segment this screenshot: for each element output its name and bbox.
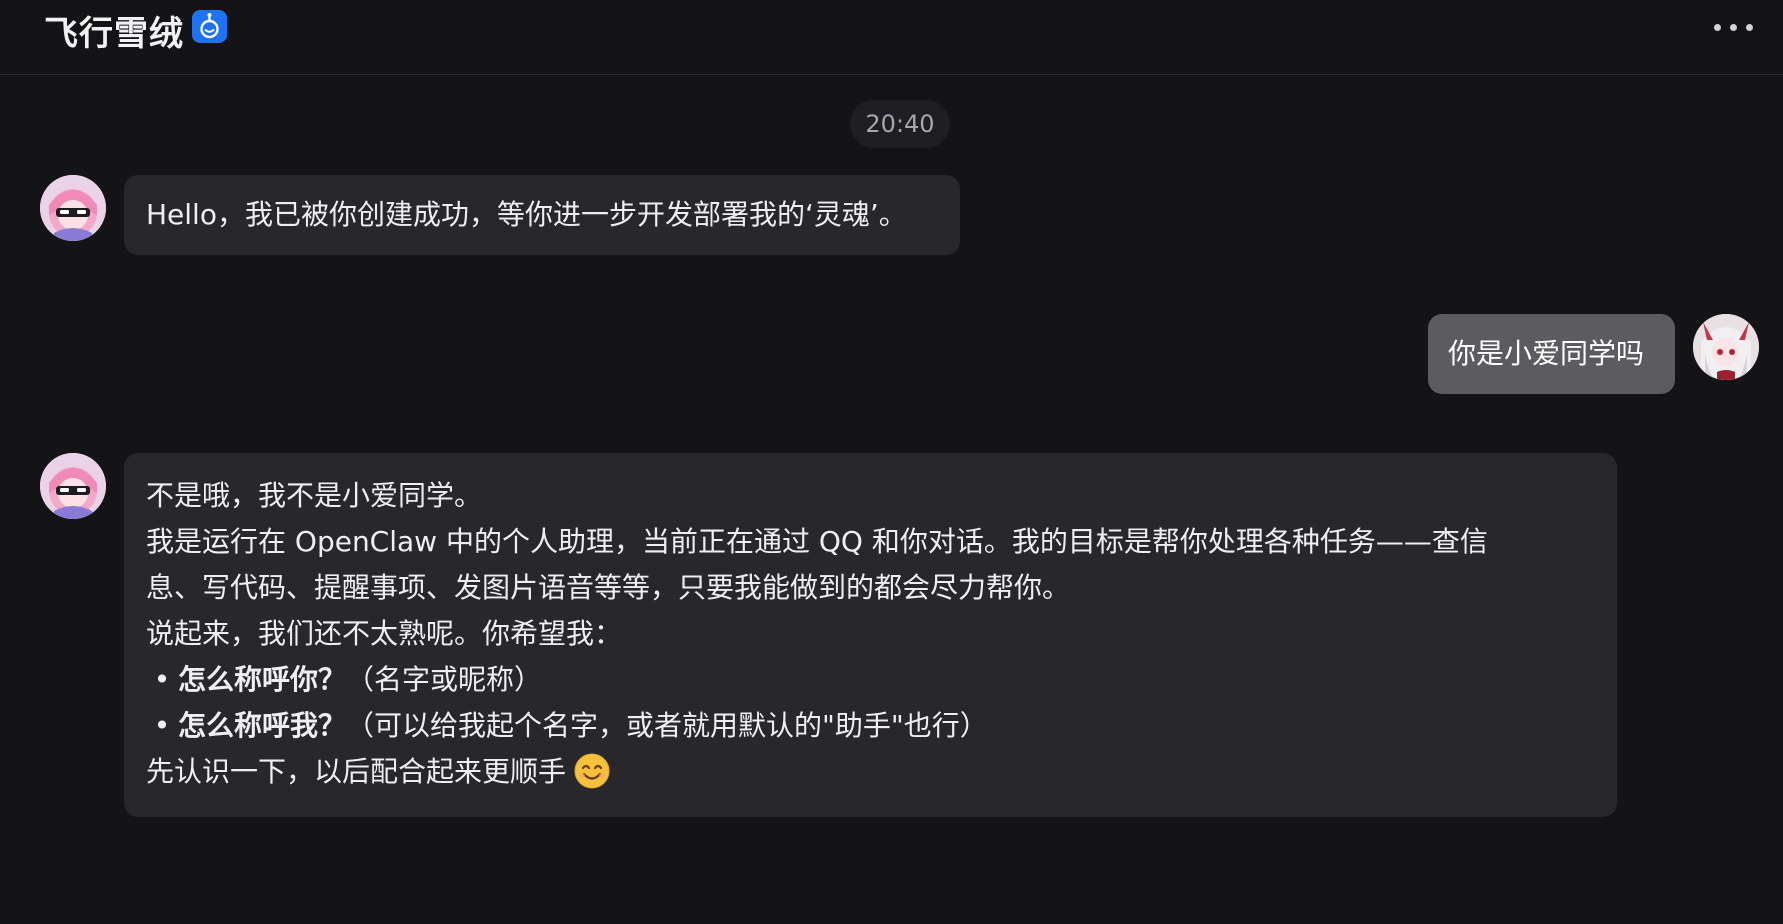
reply-line: 先认识一下，以后配合起来更顺手 [146, 749, 1595, 795]
more-options-button[interactable] [1709, 16, 1759, 38]
user-avatar[interactable] [1693, 314, 1759, 380]
chat-window: 飞行雪绒 20:40 Hello，我已被你创建成功，等你进一步开发部署我的‘灵魂… [0, 0, 1783, 924]
bullet-text: （名字或昵称） [346, 663, 543, 696]
bot-avatar[interactable] [40, 175, 106, 241]
bot-avatar[interactable] [40, 453, 106, 519]
bot-message-bubble[interactable]: 不是哦，我不是小爱同学。 我是运行在 OpenClaw 中的个人助理，当前正在通… [124, 453, 1617, 817]
user-message-bubble[interactable]: 你是小爱同学吗 [1428, 314, 1675, 394]
bullet-bold-text: 怎么称呼你？ [178, 663, 347, 696]
reply-line: 息、写代码、提醒事项、发图片语音等等，只要我能做到的都会尽力帮你。 [146, 571, 1071, 604]
smiling-face-emoji-icon [574, 753, 610, 789]
bullet-marker: • [153, 709, 171, 742]
reply-bullet-item: • 怎么称呼你？（名字或昵称） [146, 657, 1595, 703]
chat-header: 飞行雪绒 [0, 0, 1783, 75]
bullet-marker: • [153, 663, 171, 696]
bot-message-bubble[interactable]: Hello，我已被你创建成功，等你进一步开发部署我的‘灵魂’。 [124, 175, 960, 255]
robot-icon [192, 10, 227, 43]
user-message-text: 你是小爱同学吗 [1448, 337, 1645, 370]
more-horizontal-icon [1714, 24, 1721, 31]
bullet-bold-text: 怎么称呼我？ [178, 709, 347, 742]
message-timestamp: 20:40 [850, 100, 950, 148]
reply-bullet-item: • 怎么称呼我？（可以给我起个名字，或者就用默认的"助手"也行） [146, 703, 1595, 749]
bot-message-text: Hello，我已被你创建成功，等你进一步开发部署我的‘灵魂’。 [146, 198, 907, 231]
reply-line: 不是哦，我不是小爱同学。 [146, 479, 483, 512]
reply-closing-text: 先认识一下，以后配合起来更顺手 [146, 755, 567, 788]
bullet-text: （可以给我起个名字，或者就用默认的"助手"也行） [346, 709, 988, 742]
reply-line: 我是运行在 OpenClaw 中的个人助理，当前正在通过 QQ 和你对话。我的目… [146, 525, 1488, 558]
reply-line: 说起来，我们还不太熟呢。你希望我： [146, 617, 623, 650]
chat-title: 飞行雪绒 [44, 14, 184, 54]
